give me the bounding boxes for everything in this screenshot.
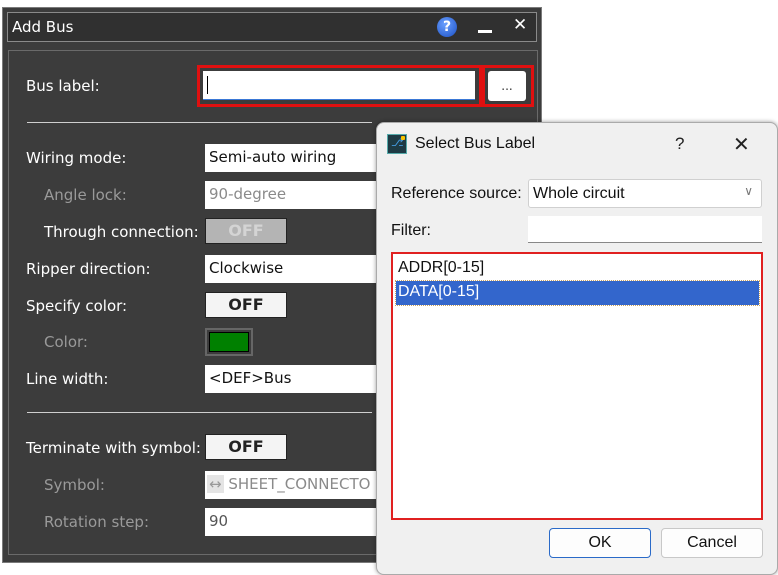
color-label: Color: bbox=[44, 333, 88, 351]
dialog-title: Select Bus Label bbox=[415, 135, 536, 152]
rotation-step-input[interactable]: 90 bbox=[205, 508, 385, 536]
divider bbox=[27, 412, 372, 413]
browse-button[interactable]: ... bbox=[488, 71, 526, 101]
close-icon[interactable]: ✕ bbox=[513, 15, 527, 35]
color-swatch-fill bbox=[209, 332, 249, 352]
chevron-down-icon: ∨ bbox=[744, 184, 753, 198]
angle-lock-label: Angle lock: bbox=[44, 186, 127, 204]
title-bar: Add Bus ? ✕ bbox=[7, 12, 537, 42]
specify-color-label: Specify color: bbox=[26, 297, 128, 315]
symbol-value: SHEET_CONNECTO bbox=[228, 475, 371, 493]
filter-input[interactable] bbox=[528, 216, 762, 243]
divider bbox=[27, 122, 372, 123]
symbol-label: Symbol: bbox=[44, 476, 105, 494]
line-width-select[interactable]: <DEF>Bus bbox=[205, 365, 385, 393]
filter-label: Filter: bbox=[391, 222, 431, 239]
specify-color-toggle[interactable]: OFF bbox=[205, 292, 287, 318]
terminate-with-symbol-toggle[interactable]: OFF bbox=[205, 434, 287, 460]
bus-label-label: Bus label: bbox=[26, 77, 100, 95]
color-swatch bbox=[205, 328, 253, 356]
line-width-label: Line width: bbox=[26, 370, 109, 388]
reference-source-value: Whole circuit bbox=[533, 185, 625, 202]
minimize-icon[interactable] bbox=[478, 30, 492, 33]
window-title: Add Bus bbox=[12, 18, 74, 36]
ripper-direction-label: Ripper direction: bbox=[26, 260, 151, 278]
help-icon[interactable]: ? bbox=[437, 17, 457, 37]
through-connection-label: Through connection: bbox=[44, 223, 199, 241]
help-icon[interactable]: ? bbox=[675, 134, 684, 154]
angle-lock-select: 90-degree bbox=[205, 181, 385, 209]
reference-source-label: Reference source: bbox=[391, 185, 522, 202]
app-icon: ⎇ bbox=[387, 134, 407, 154]
ok-button[interactable]: OK bbox=[549, 528, 651, 558]
cancel-button[interactable]: Cancel bbox=[661, 528, 763, 558]
bus-label-input[interactable] bbox=[203, 71, 475, 100]
through-connection-toggle: OFF bbox=[205, 218, 287, 244]
rotation-step-label: Rotation step: bbox=[44, 513, 149, 531]
select-bus-label-dialog: ⎇ Select Bus Label ? ✕ Reference source:… bbox=[376, 122, 778, 575]
reference-source-select[interactable]: Whole circuit ∨ bbox=[528, 179, 762, 208]
list-item-selected[interactable]: DATA[0-15] bbox=[395, 280, 760, 306]
ripper-direction-select[interactable]: Clockwise bbox=[205, 255, 385, 283]
text-cursor bbox=[207, 75, 208, 94]
symbol-select: ↔ SHEET_CONNECTO bbox=[205, 471, 385, 499]
sheet-connector-icon: ↔ bbox=[207, 475, 224, 493]
list-item[interactable]: ADDR[0-15] bbox=[396, 257, 759, 281]
wiring-mode-label: Wiring mode: bbox=[26, 149, 127, 167]
wiring-mode-select[interactable]: Semi-auto wiring bbox=[205, 144, 385, 172]
close-icon[interactable]: ✕ bbox=[733, 132, 750, 157]
bus-label-list[interactable]: ADDR[0-15] DATA[0-15] bbox=[391, 252, 763, 520]
terminate-with-symbol-label: Terminate with symbol: bbox=[26, 439, 201, 457]
